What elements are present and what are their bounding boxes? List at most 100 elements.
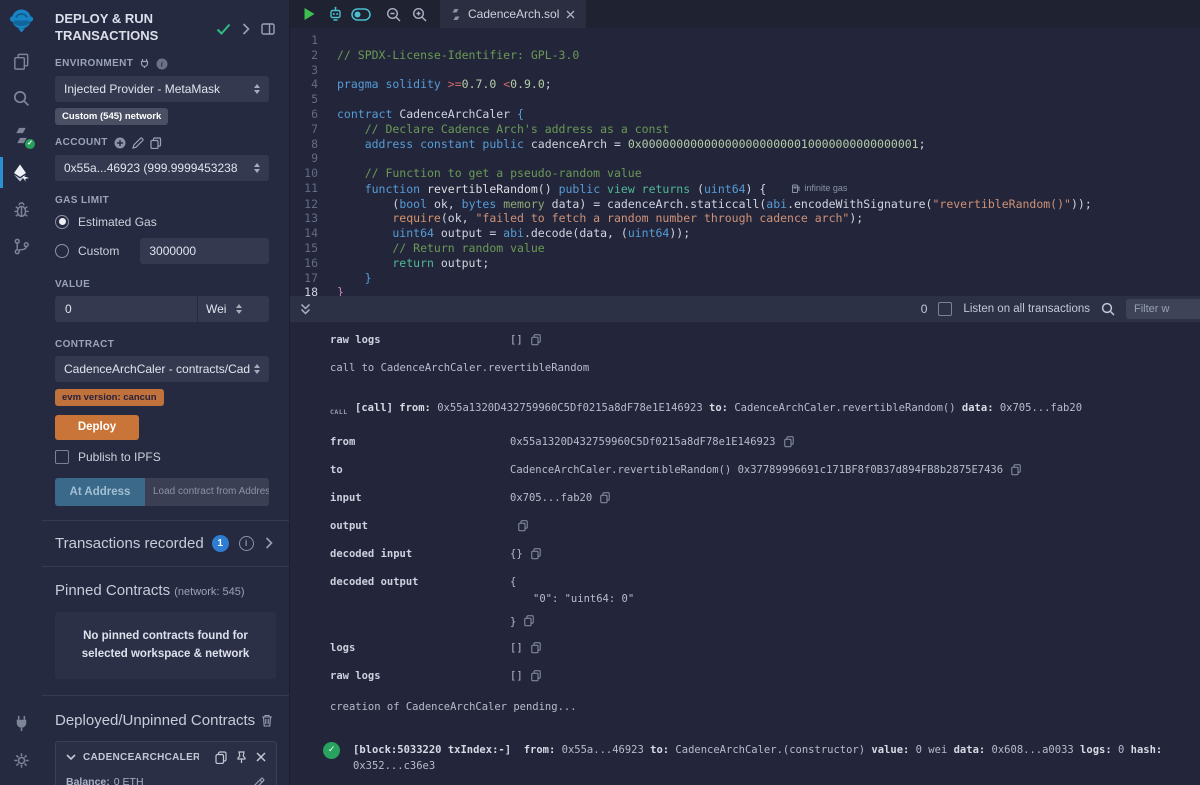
account-label: ACCOUNT (55, 137, 269, 149)
line-number: 15 (290, 241, 337, 256)
terminal-call-row[interactable]: call[call] from: 0x55a1320D432759960C5Df… (330, 400, 1190, 420)
gas-pump-icon (792, 184, 800, 193)
value-unit-select[interactable]: Wei (197, 296, 269, 322)
copy-icon[interactable] (600, 492, 610, 504)
value-label: VALUE (55, 279, 269, 290)
solidity-compiler[interactable]: ✓ (0, 117, 42, 154)
copy-icon[interactable] (531, 670, 541, 682)
transactions-recorded-row[interactable]: Transactions recorded 1 i (42, 521, 289, 566)
debugger[interactable] (0, 191, 42, 228)
copy-icon[interactable] (524, 615, 534, 629)
deploy-and-run[interactable] (0, 154, 42, 191)
contract-select[interactable]: CadenceArchCaler - contracts/Cad (55, 356, 269, 382)
terminal-output[interactable]: raw logs[]call to CadenceArchCaler.rever… (290, 322, 1200, 785)
code-text: // Return random value (337, 241, 545, 256)
close-icon[interactable] (256, 752, 266, 762)
close-tab-icon[interactable] (566, 10, 575, 19)
radio-custom-gas[interactable] (55, 244, 69, 258)
toggle-icon[interactable] (350, 3, 372, 25)
ai-assistant-icon[interactable] (324, 3, 346, 25)
radio-estimated-gas[interactable] (55, 215, 69, 229)
file-explorer[interactable] (0, 43, 42, 80)
copy-icon[interactable] (531, 334, 541, 346)
copy-icon[interactable] (1011, 464, 1021, 476)
info-icon[interactable]: i (156, 58, 168, 70)
bug-icon (12, 200, 31, 219)
run-script-button[interactable] (298, 3, 320, 25)
decoded-output-close: } (510, 615, 1190, 629)
value-input[interactable]: 0 (55, 296, 197, 322)
chevron-down-icon[interactable] (66, 754, 76, 761)
collapse-terminal-icon[interactable] (299, 302, 312, 316)
at-address-input[interactable]: Load contract from Addres (145, 478, 269, 506)
settings[interactable] (0, 742, 42, 779)
line-number: 5 (290, 92, 337, 107)
panel-header: DEPLOY & RUN TRANSACTIONS (42, 0, 289, 49)
network-badge: Custom (545) network (55, 108, 168, 125)
git[interactable] (0, 228, 42, 265)
gear-icon (12, 751, 31, 770)
search[interactable] (0, 80, 42, 117)
terminal-row-raw-logs: raw logs[] (330, 668, 1190, 685)
edit-account-icon[interactable] (132, 137, 144, 149)
evm-version-badge: evm version: cancun (55, 389, 164, 406)
zoom-out-icon[interactable] (382, 3, 404, 25)
publish-ipfs-checkbox[interactable] (55, 450, 69, 464)
deploy-button[interactable]: Deploy (55, 415, 139, 440)
info-icon[interactable]: i (239, 536, 254, 551)
code-text: // Function to get a pseudo-random value (337, 166, 642, 181)
deployed-contracts-title: Deployed/Unpinned Contracts (55, 712, 255, 729)
copy-icon[interactable] (215, 751, 227, 764)
custom-gas-option[interactable]: Custom 3000000 (55, 238, 269, 264)
listen-label: Listen on all transactions (963, 303, 1090, 315)
copy-icon[interactable] (518, 520, 528, 532)
line-number: 11 (290, 181, 337, 197)
copy-icon[interactable] (531, 642, 541, 654)
code-text: // SPDX-License-Identifier: GPL-3.0 (337, 48, 579, 63)
pin-icon[interactable] (236, 751, 247, 764)
remix-ide-window: ✓ DEPLOY & RUN TRANSACTIONS ENVIRONMENT … (0, 0, 1200, 785)
code-line-18: 18} (290, 285, 1200, 296)
code-text: } (337, 285, 344, 296)
code-line-12: 12 (bool ok, bytes memory data) = cadenc… (290, 197, 1200, 212)
solidity-file-icon (451, 8, 461, 21)
copy-icon[interactable] (784, 436, 794, 448)
chevron-right-icon[interactable] (242, 23, 250, 35)
custom-gas-input[interactable]: 3000000 (140, 238, 269, 264)
code-line-10: 10 // Function to get a pseudo-random va… (290, 166, 1200, 181)
code-editor[interactable]: 12// SPDX-License-Identifier: GPL-3.034p… (290, 28, 1200, 296)
tab-cadencearch-sol[interactable]: CadenceArch.sol (440, 0, 586, 28)
terminal-toolbar: 0 Listen on all transactions (290, 296, 1200, 322)
code-line-7: 7 // Declare Cadence Arch's address as a… (290, 122, 1200, 137)
environment-select[interactable]: Injected Provider - MetaMask (55, 76, 269, 102)
balance-label: Balance: (66, 776, 110, 785)
trash-icon[interactable] (261, 714, 273, 727)
copy-account-icon[interactable] (150, 137, 162, 149)
code-line-9: 9 (290, 151, 1200, 166)
edit-icon[interactable] (253, 776, 266, 785)
listen-checkbox[interactable] (938, 302, 952, 316)
terminal-row-decoded-output: decoded output{ (330, 574, 1190, 591)
copy-icon[interactable] (531, 548, 541, 560)
plug-small-icon[interactable] (139, 58, 150, 69)
terminal-filter-input[interactable] (1126, 299, 1200, 319)
code-text: // Declare Cadence Arch's address as a c… (337, 122, 669, 137)
publish-ipfs-option[interactable]: Publish to IPFS (55, 450, 269, 464)
search-terminal-icon[interactable] (1101, 302, 1115, 316)
estimated-gas-option[interactable]: Estimated Gas (55, 215, 269, 229)
account-select[interactable]: 0x55a...46923 (999.9999453238 (55, 155, 269, 181)
chevron-right-icon[interactable] (265, 537, 273, 549)
terminal-success-row[interactable]: ✓[block:5033220 txIndex:-] from: 0x55a..… (323, 742, 1190, 774)
terminal-row-from: from0x55a1320D432759960C5Df0215a8dF78e1E… (330, 434, 1190, 451)
deployed-contract-card: CADENCEARCHCALER AT 0X377 Balance: 0 ETH… (55, 741, 277, 785)
zoom-in-icon[interactable] (408, 3, 430, 25)
at-address-button[interactable]: At Address (55, 478, 145, 506)
plugin-manager[interactable] (0, 705, 42, 742)
code-line-3: 3 (290, 63, 1200, 78)
remix-logo[interactable] (8, 7, 35, 35)
terminal-row-input: input0x705...fab20 (330, 490, 1190, 507)
git-icon (12, 237, 31, 256)
add-account-icon[interactable] (114, 137, 126, 149)
contract-instance-title[interactable]: CADENCEARCHCALER AT 0X377 (83, 752, 199, 763)
pin-panel-icon[interactable] (261, 23, 275, 35)
